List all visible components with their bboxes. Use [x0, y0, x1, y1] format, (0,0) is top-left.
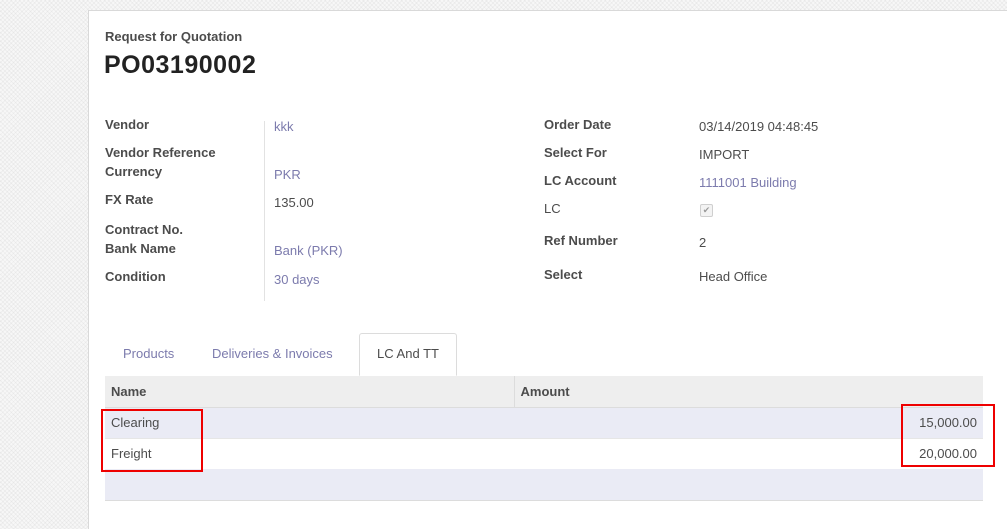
vendor-link[interactable]: kkk — [274, 119, 294, 134]
ref-number-value[interactable]: 2 — [699, 235, 706, 250]
select-for-label: Select For — [544, 145, 607, 160]
vendor-label: Vendor — [105, 117, 150, 132]
document-type: Request for Quotation — [105, 29, 243, 44]
lc-account-label: LC Account — [544, 173, 617, 188]
currency-link[interactable]: PKR — [274, 167, 301, 182]
lc-checkbox[interactable]: ✔ — [700, 204, 713, 217]
contract-no-label: Contract No. — [105, 222, 183, 237]
table-footer-row — [105, 469, 983, 501]
tab-deliveries-invoices[interactable]: Deliveries & Invoices — [212, 346, 333, 361]
select-value[interactable]: Head Office — [699, 269, 767, 284]
fx-rate-label: FX Rate — [105, 192, 154, 207]
condition-link[interactable]: 30 days — [274, 272, 320, 287]
select-label: Select — [544, 267, 583, 282]
ref-number-label: Ref Number — [544, 233, 618, 248]
tab-products[interactable]: Products — [123, 346, 174, 361]
form-sheet: Request for Quotation PO03190002 Vendor … — [88, 10, 1007, 529]
notebook-tabs: Products Deliveries & Invoices LC And TT — [105, 333, 983, 377]
lc-tt-table: Name Amount Clearing 15,000.00 Freight 2… — [105, 376, 983, 470]
bank-name-label: Bank Name — [105, 241, 176, 256]
select-for-value[interactable]: IMPORT — [699, 147, 749, 162]
order-date-value[interactable]: 03/14/2019 04:48:45 — [699, 119, 818, 134]
table-row[interactable]: Freight 20,000.00 — [105, 438, 983, 470]
column-separator — [264, 121, 265, 301]
tab-lc-and-tt[interactable]: LC And TT — [359, 333, 457, 376]
vendor-reference-label: Vendor Reference — [105, 145, 216, 160]
column-header-amount[interactable]: Amount — [513, 376, 983, 408]
order-date-label: Order Date — [544, 117, 612, 132]
fx-rate-value[interactable]: 135.00 — [274, 195, 314, 210]
highlight-box-amounts — [901, 404, 995, 467]
table-header-row: Name Amount — [105, 376, 983, 408]
currency-label: Currency — [105, 164, 163, 179]
condition-label: Condition — [105, 269, 166, 284]
checkmark-icon: ✔ — [702, 205, 711, 215]
highlight-box-names — [101, 409, 203, 472]
lc-label: LC — [544, 201, 561, 216]
bank-name-link[interactable]: Bank (PKR) — [274, 243, 343, 258]
table-row[interactable]: Clearing 15,000.00 — [105, 407, 983, 439]
document-name: PO03190002 — [104, 51, 257, 79]
lc-account-link[interactable]: 1111001 Building — [699, 175, 797, 190]
column-header-name[interactable]: Name — [105, 376, 514, 408]
